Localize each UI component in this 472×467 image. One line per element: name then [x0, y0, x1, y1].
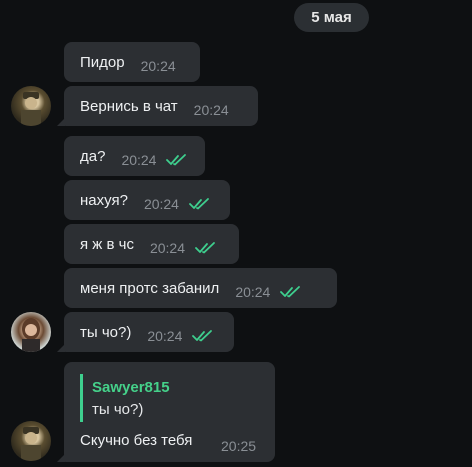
- message-time: 20:24: [143, 196, 179, 212]
- message-bubble[interactable]: ты чо?) 20:24: [57, 312, 234, 352]
- double-check-icon: [280, 286, 301, 298]
- message-text: я ж в чс: [80, 235, 134, 253]
- avatar-image: [21, 427, 41, 461]
- message-bubble[interactable]: да? 20:24: [64, 136, 205, 176]
- message-text: да?: [80, 147, 106, 165]
- date-separator: 5 мая: [294, 3, 369, 32]
- avatar[interactable]: [11, 86, 51, 126]
- message-time: 20:24: [149, 240, 185, 256]
- message-text: Вернись в чат: [80, 97, 178, 115]
- message-text: меня протс забанил: [80, 279, 220, 297]
- message-time: 20:24: [140, 58, 176, 74]
- message-time: 20:25: [221, 438, 257, 454]
- double-check-icon: [166, 154, 187, 166]
- message-bubble[interactable]: Вернись в чат 20:24: [57, 86, 258, 126]
- avatar[interactable]: [11, 421, 51, 461]
- message-text: Пидор: [80, 53, 125, 71]
- double-check-icon: [195, 242, 215, 254]
- double-check-icon: [192, 330, 213, 342]
- quoted-message[interactable]: Sawyer815 ты чо?): [80, 374, 250, 422]
- message-bubble[interactable]: я ж в чс 20:24: [64, 224, 239, 264]
- double-check-icon: [189, 198, 209, 210]
- message-text: нахуя?: [80, 191, 128, 209]
- message-time: 20:24: [193, 102, 229, 118]
- message-bubble[interactable]: нахуя? 20:24: [64, 180, 230, 220]
- date-label: 5 мая: [311, 9, 352, 26]
- avatar[interactable]: [11, 312, 51, 352]
- message-bubble[interactable]: меня протс забанил 20:24: [64, 268, 337, 308]
- avatar-image: [21, 92, 41, 126]
- message-text: ты чо?): [80, 323, 132, 341]
- message-bubble[interactable]: Пидор 20:24: [64, 42, 200, 82]
- message-time: 20:24: [121, 152, 157, 168]
- quote-author: Sawyer815: [92, 379, 170, 396]
- message-time: 20:24: [147, 328, 183, 344]
- avatar-image: [22, 318, 40, 352]
- quote-text: ты чо?): [92, 401, 144, 418]
- message-text: Скучно без тебя: [80, 432, 193, 449]
- reply-message-bubble[interactable]: Sawyer815 ты чо?) Скучно без тебя 20:25: [57, 362, 275, 462]
- message-time: 20:24: [235, 284, 271, 300]
